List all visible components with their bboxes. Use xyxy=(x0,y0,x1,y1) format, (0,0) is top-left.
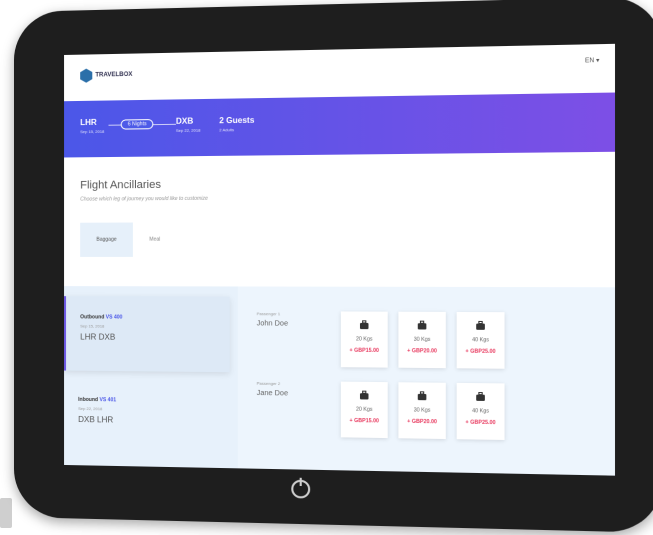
suitcase-icon xyxy=(417,391,427,401)
guests-detail: 2 Adults xyxy=(219,127,235,133)
option-price: + GBP15.00 xyxy=(349,417,379,425)
trip-destination: DXB Sep 22, 2018 xyxy=(175,116,201,133)
trip-guests: 2 Guests 2 Adults xyxy=(219,116,254,133)
option-price: + GBP20.00 xyxy=(407,418,437,426)
leg-inbound[interactable]: Inbound VS 401 Sep 22, 2018 DXB LHR xyxy=(64,379,227,456)
leg-title: Inbound VS 401 xyxy=(78,397,227,405)
page-subtitle: Choose which leg of journey you would li… xyxy=(80,195,208,203)
option-price: + GBP15.00 xyxy=(349,347,379,355)
power-icon[interactable] xyxy=(291,479,311,499)
trip-origin: LHR Sep 15, 2018 xyxy=(80,118,104,134)
leg-label: Outbound xyxy=(80,314,105,321)
trip-summary-banner: LHR Sep 15, 2018 6 Nights DXB Sep 22, 20… xyxy=(64,92,616,158)
option-weight: 20 Kgs xyxy=(355,336,373,343)
guests-count: 2 Guests xyxy=(219,115,255,126)
leg-date: Sep 22, 2018 xyxy=(78,405,103,412)
top-bar: TRAVELBOX EN ▾ xyxy=(64,44,615,101)
suitcase-icon xyxy=(359,390,369,400)
passenger-name: John Doe xyxy=(256,320,289,328)
passenger-2: Passenger 2 Jane Doe xyxy=(257,381,288,398)
baggage-option[interactable]: 20 Kgs + GBP15.00 xyxy=(340,311,388,368)
journey-legs: Outbound VS 400 Sep 15, 2018 LHR DXB Inb… xyxy=(64,286,230,468)
destination-date: Sep 22, 2018 xyxy=(175,127,201,133)
option-price: + GBP25.00 xyxy=(465,419,496,427)
option-price: + GBP25.00 xyxy=(465,348,496,356)
passenger-1: Passenger 1 John Doe xyxy=(257,311,288,328)
leg-flight: VS 401 xyxy=(99,397,117,404)
origin-code: LHR xyxy=(80,117,97,128)
baggage-option[interactable]: 30 Kgs + GBP20.00 xyxy=(398,311,446,369)
baggage-panel: Outbound VS 400 Sep 15, 2018 LHR DXB Inb… xyxy=(64,286,616,476)
leg-outbound[interactable]: Outbound VS 400 Sep 15, 2018 LHR DXB xyxy=(64,296,230,373)
baggage-option[interactable]: 30 Kgs + GBP20.00 xyxy=(398,382,446,440)
option-weight: 20 Kgs xyxy=(355,406,373,414)
background-object xyxy=(0,498,12,528)
leg-route: DXB LHR xyxy=(78,414,114,425)
leg-title: Outbound VS 400 xyxy=(80,314,229,321)
tab-baggage[interactable]: Baggage xyxy=(80,222,133,257)
baggage-option[interactable]: 40 Kgs + GBP25.00 xyxy=(456,311,505,369)
language-label: EN xyxy=(584,57,595,65)
suitcase-icon xyxy=(417,320,427,330)
baggage-option[interactable]: 20 Kgs + GBP15.00 xyxy=(340,381,388,439)
passenger-label: Passenger 1 xyxy=(256,311,281,317)
passenger-options: Passenger 1 John Doe 20 Kgs + GBP15.00 3… xyxy=(237,286,616,476)
ancillaries-content: Flight Ancillaries Choose which leg of j… xyxy=(64,175,615,257)
option-price: + GBP20.00 xyxy=(407,348,437,355)
ancillary-tabs: Baggage Meal xyxy=(80,221,597,257)
tablet-device: TRAVELBOX EN ▾ LHR Sep 15, 2018 6 Nights… xyxy=(14,0,653,533)
baggage-options-passenger-1: 20 Kgs + GBP15.00 30 Kgs + GBP20.00 40 K… xyxy=(340,311,505,369)
leg-date: Sep 15, 2018 xyxy=(80,323,105,329)
destination-code: DXB xyxy=(175,116,194,126)
suitcase-icon xyxy=(476,391,485,401)
brand-name: TRAVELBOX xyxy=(95,71,133,79)
option-weight: 40 Kgs xyxy=(472,337,490,344)
tablet-screen: TRAVELBOX EN ▾ LHR Sep 15, 2018 6 Nights… xyxy=(64,43,616,476)
nights-badge: 6 Nights xyxy=(120,119,154,130)
leg-route: LHR DXB xyxy=(80,332,116,342)
brand-logo[interactable]: TRAVELBOX xyxy=(80,68,132,83)
baggage-option[interactable]: 40 Kgs + GBP25.00 xyxy=(456,382,505,440)
leg-flight: VS 400 xyxy=(105,314,123,321)
logo-icon xyxy=(80,69,92,83)
origin-date: Sep 15, 2018 xyxy=(80,128,105,135)
passenger-name: Jane Doe xyxy=(256,389,289,398)
option-weight: 30 Kgs xyxy=(413,336,431,344)
suitcase-icon xyxy=(359,320,369,330)
option-weight: 30 Kgs xyxy=(413,407,431,414)
passenger-label: Passenger 2 xyxy=(256,380,281,387)
page-title: Flight Ancillaries xyxy=(80,178,162,192)
suitcase-icon xyxy=(476,320,485,330)
language-selector[interactable]: EN ▾ xyxy=(585,57,599,65)
leg-label: Inbound xyxy=(78,396,99,404)
tab-meal[interactable]: Meal xyxy=(133,222,177,257)
baggage-options-passenger-2: 20 Kgs + GBP15.00 30 Kgs + GBP20.00 40 K… xyxy=(340,381,505,440)
option-weight: 40 Kgs xyxy=(472,408,490,415)
